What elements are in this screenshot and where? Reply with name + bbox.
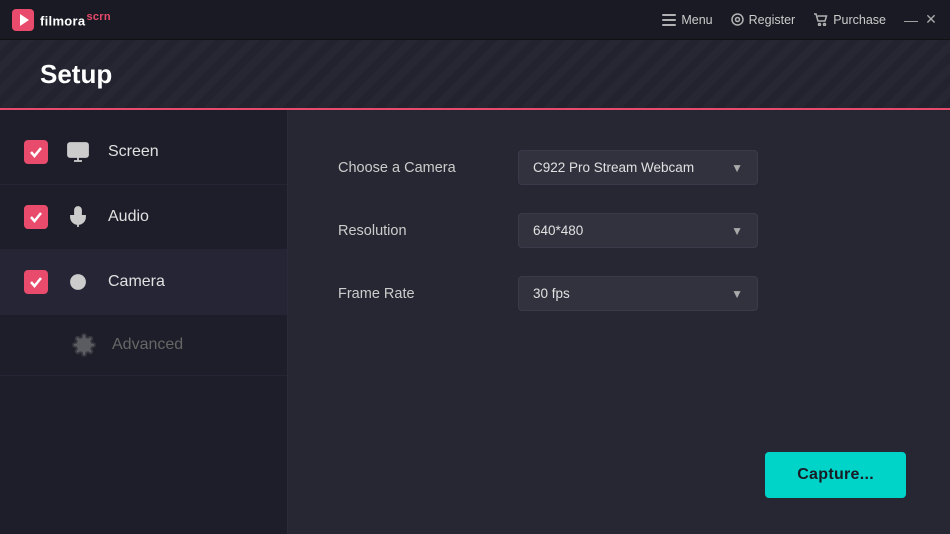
framerate-field-row: Frame Rate 30 fps ▼ [338,276,900,311]
sidebar-item-advanced[interactable]: Advanced [0,315,287,376]
camera-select-value: C922 Pro Stream Webcam [533,160,694,175]
gear-icon [72,333,96,357]
screen-icon [64,138,92,166]
framerate-field-label: Frame Rate [338,286,498,302]
camera-field-label: Choose a Camera [338,160,498,176]
screen-checkbox[interactable] [24,140,48,164]
resolution-field-row: Resolution 640*480 ▼ [338,213,900,248]
minimize-button[interactable]: — [904,13,918,27]
sidebar-item-audio[interactable]: Audio [0,185,287,250]
purchase-button[interactable]: Purchase [813,13,886,27]
titlebar: filmorascrn Menu Register Purcha [0,0,950,40]
camera-field-row: Choose a Camera C922 Pro Stream Webcam ▼ [338,150,900,185]
audio-label: Audio [108,208,149,226]
capture-button[interactable]: Capture... [765,452,906,498]
advanced-label: Advanced [112,336,183,354]
sidebar-item-camera[interactable]: Camera [0,250,287,315]
camera-select[interactable]: C922 Pro Stream Webcam ▼ [518,150,758,185]
sidebar: Screen Audio [0,110,288,534]
resolution-field-label: Resolution [338,223,498,239]
camera-label: Camera [108,273,165,291]
purchase-icon [813,13,828,26]
logo-icon [12,9,34,31]
framerate-select[interactable]: 30 fps ▼ [518,276,758,311]
checkmark-icon [29,275,43,289]
screen-label: Screen [108,143,159,161]
audio-icon [64,203,92,231]
camera-checkbox[interactable] [24,270,48,294]
titlebar-right: Menu Register Purchase — ✕ [662,13,938,27]
resolution-select[interactable]: 640*480 ▼ [518,213,758,248]
purchase-label: Purchase [833,13,886,27]
page-title: Setup [40,59,112,90]
chevron-down-icon: ▼ [731,224,743,238]
content-panel: Choose a Camera C922 Pro Stream Webcam ▼… [288,110,950,534]
register-icon [731,13,744,26]
menu-button[interactable]: Menu [662,13,712,27]
chevron-down-icon: ▼ [731,287,743,301]
checkmark-icon [29,145,43,159]
register-button[interactable]: Register [731,13,796,27]
page-header: Setup [0,40,950,110]
main-content: Screen Audio [0,110,950,534]
close-button[interactable]: ✕ [924,13,938,27]
chevron-down-icon: ▼ [731,161,743,175]
checkmark-icon [29,210,43,224]
audio-checkbox[interactable] [24,205,48,229]
sidebar-item-screen[interactable]: Screen [0,120,287,185]
menu-icon [662,14,676,26]
camera-icon [64,268,92,296]
framerate-select-value: 30 fps [533,286,570,301]
logo-text: filmorascrn [40,11,111,28]
window-controls: — ✕ [904,13,938,27]
titlebar-left: filmorascrn [12,9,111,31]
resolution-select-value: 640*480 [533,223,583,238]
register-label: Register [749,13,796,27]
menu-label: Menu [681,13,712,27]
